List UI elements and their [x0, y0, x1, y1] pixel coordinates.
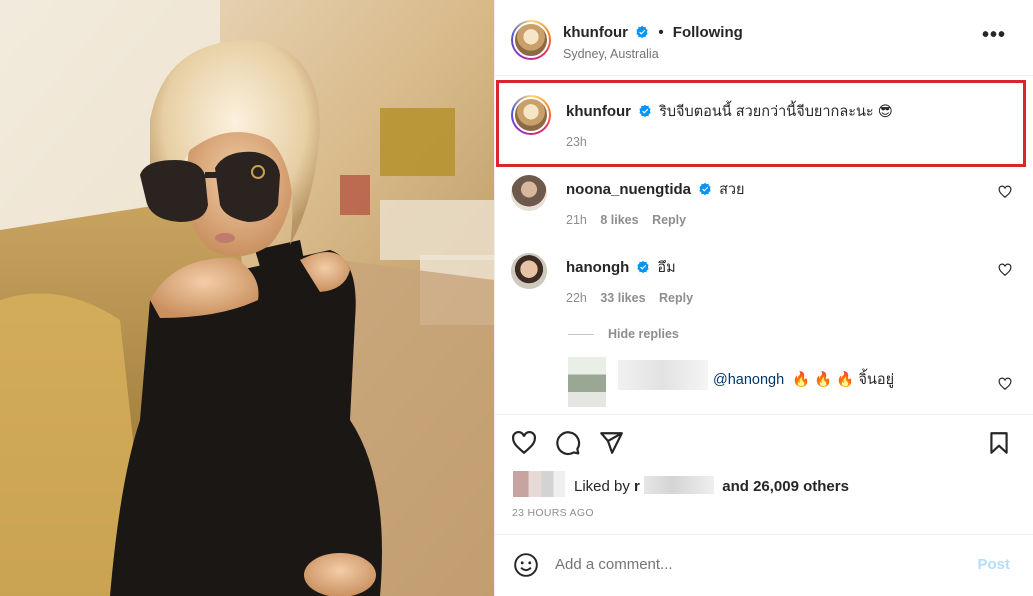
verified-badge-icon [637, 260, 649, 274]
reply-mention-link[interactable]: @hanongh [713, 372, 784, 388]
share-icon[interactable] [598, 430, 624, 456]
emoji-icon[interactable] [513, 552, 539, 578]
reply-button[interactable]: Reply [659, 291, 693, 305]
commenter-avatar[interactable] [511, 253, 547, 289]
post-photo[interactable] [0, 0, 494, 596]
reply-button[interactable]: Reply [652, 213, 686, 227]
action-bar [495, 420, 1033, 465]
caption-text-line: khunfour ริบจีบตอนนี้ สวยกว่านี้จีบยากละ… [566, 100, 893, 123]
comment-icon[interactable] [555, 430, 581, 456]
liked-by-name[interactable]: r [634, 478, 640, 495]
follow-status-button[interactable]: Following [673, 24, 743, 41]
comment-input[interactable] [555, 556, 935, 573]
replies-dash [568, 334, 594, 336]
post-location[interactable]: Sydney, Australia [563, 47, 659, 61]
comment-time[interactable]: 22h [566, 291, 587, 305]
comment-likes[interactable]: 33 likes [600, 291, 645, 305]
author-avatar[interactable] [511, 20, 551, 60]
post-timestamp[interactable]: 23 HOURS AGO [512, 507, 594, 519]
comment-username[interactable]: noona_nuengtida [566, 181, 691, 198]
caption-time[interactable]: 23h [566, 135, 587, 149]
caption-highlight-box [496, 80, 1026, 167]
reply-text: 🔥 🔥 🔥 จิ้นอยู่ [792, 372, 895, 388]
comment-meta: 22h 33 likes Reply [566, 291, 693, 305]
reply-username-pixelated[interactable] [618, 360, 708, 390]
hide-replies-toggle[interactable]: Hide replies [568, 327, 679, 341]
caption-text: ริบจีบตอนนี้ สวยกว่านี้จีบยากละนะ 😎 [659, 104, 893, 120]
post-photo-image [0, 0, 494, 596]
author-username[interactable]: khunfour [563, 24, 628, 41]
author-line: khunfour • Following [563, 24, 743, 41]
actions-divider [495, 414, 1033, 415]
heart-icon[interactable] [511, 430, 537, 456]
liked-by-suffix[interactable]: and 26,009 others [722, 478, 849, 495]
comment-meta: 21h 8 likes Reply [566, 213, 686, 227]
more-options-icon[interactable]: ••• [982, 25, 1006, 45]
post-header: khunfour • Following Sydney, Australia •… [495, 0, 1033, 75]
verified-badge-icon [639, 104, 651, 118]
header-divider [495, 75, 1033, 76]
caption-avatar[interactable] [511, 95, 551, 135]
comment-likes[interactable]: 8 likes [600, 213, 638, 227]
caption-username[interactable]: khunfour [566, 103, 631, 120]
reply-text-line: @hanongh 🔥 🔥 🔥 จิ้นอยู่ [713, 368, 894, 391]
comment-time[interactable]: 21h [566, 213, 587, 227]
like-comment-heart-icon[interactable] [998, 263, 1012, 277]
like-reply-heart-icon[interactable] [998, 377, 1012, 391]
save-icon[interactable] [986, 430, 1012, 456]
comment-text: อึม [657, 260, 676, 276]
composer-divider [495, 534, 1033, 535]
caption-meta: 23h [566, 135, 587, 149]
liked-by-name-pixelated [644, 476, 715, 494]
liked-by-avatars-pixelated [513, 471, 565, 497]
like-comment-heart-icon[interactable] [998, 185, 1012, 199]
post-panel: khunfour • Following Sydney, Australia •… [494, 0, 1033, 596]
verified-badge-icon [636, 25, 648, 39]
comment-text-line: noona_nuengtida สวย [566, 178, 745, 201]
verified-badge-icon [699, 182, 711, 196]
commenter-avatar[interactable] [511, 175, 547, 211]
comment-text: สวย [719, 182, 745, 198]
liked-by-text: Liked by r and 26,009 others [574, 476, 849, 495]
comment-text-line: hanongh อึม [566, 256, 676, 279]
comment-username[interactable]: hanongh [566, 259, 629, 276]
hide-replies-label: Hide replies [608, 327, 679, 341]
comment-composer: Post [495, 540, 1033, 590]
separator-dot: • [658, 24, 664, 41]
post-comment-button[interactable]: Post [977, 556, 1010, 573]
reply-avatar-pixelated[interactable] [568, 357, 606, 407]
liked-by-prefix: Liked by [574, 478, 630, 495]
